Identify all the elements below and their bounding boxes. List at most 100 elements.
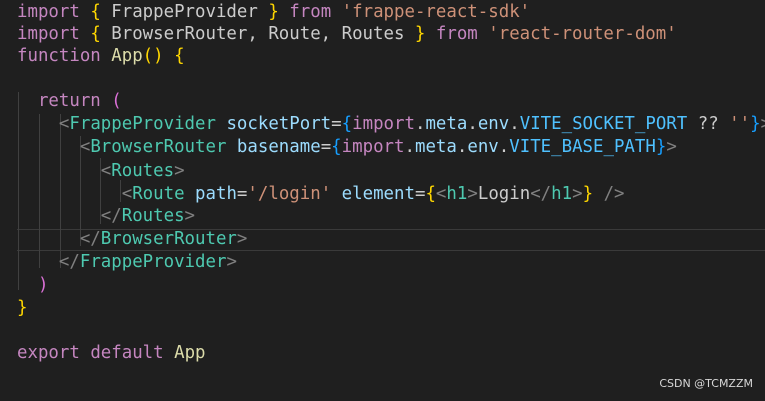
code-token: meta <box>425 114 468 134</box>
code-token: from <box>289 2 332 22</box>
code-token: { <box>174 46 185 66</box>
code-token: FrappeProvider <box>79 252 227 272</box>
code-line: </FrappeProvider> <box>17 251 237 273</box>
code-token: from <box>435 24 478 44</box>
code-token: ( <box>111 91 122 111</box>
code-token: = <box>414 184 426 204</box>
code-token: meta <box>414 137 457 157</box>
code-token: } <box>750 114 761 134</box>
code-token: { <box>90 2 101 22</box>
code-token: import <box>17 24 80 44</box>
code-token: . <box>456 137 468 157</box>
code-line: <Routes> <box>17 160 185 182</box>
code-token: > <box>572 184 583 204</box>
code-token: </ <box>100 206 122 226</box>
code-token: BrowserRouter, Route, Routes <box>100 24 415 44</box>
code-token: '/login' <box>247 184 332 204</box>
code-token: > <box>666 137 677 157</box>
code-token: h1 <box>551 184 573 204</box>
code-token: ) <box>37 275 49 295</box>
code-line: return ( <box>17 90 122 112</box>
code-line: </Routes> <box>17 205 195 227</box>
code-token: path <box>195 184 237 204</box>
code-token: import <box>17 2 80 22</box>
code-token: } <box>414 24 426 44</box>
code-token: { <box>425 184 436 204</box>
code-token: BrowserRouter <box>100 229 237 249</box>
code-line: import { FrappeProvider } from 'frappe-r… <box>17 1 530 23</box>
code-token: () <box>142 46 164 66</box>
code-line: import { BrowserRouter, Route, Routes } … <box>17 23 677 45</box>
code-token: </ <box>530 184 552 204</box>
code-line: } <box>17 297 27 319</box>
code-token: </ <box>58 252 80 272</box>
code-token: FrappeProvider <box>69 114 216 134</box>
code-line: ) <box>17 274 48 296</box>
code-token: return <box>37 91 101 111</box>
code-token: basename <box>236 137 321 157</box>
code-token: VITE_SOCKET_PORT <box>519 114 688 134</box>
code-token: > <box>236 229 248 249</box>
code-token: } <box>17 298 28 318</box>
code-token: Routes <box>121 206 185 226</box>
code-token: h1 <box>446 184 468 204</box>
code-line: function App() { <box>17 45 185 67</box>
code-token: Routes <box>111 161 175 181</box>
code-token: Login <box>477 184 531 204</box>
code-token: element <box>341 184 415 204</box>
code-token: '' <box>729 114 751 134</box>
code-token: { <box>341 114 353 134</box>
code-token: ?? <box>687 114 730 134</box>
code-line: export default App <box>17 342 206 364</box>
code-token: { <box>331 137 342 157</box>
code-token: env <box>477 114 510 134</box>
code-token: < <box>435 184 447 204</box>
code-token: } <box>582 184 594 204</box>
code-token: > <box>226 252 237 272</box>
code-token: function <box>17 46 101 66</box>
code-token: . <box>404 137 415 157</box>
watermark: CSDN @TCMZZM <box>659 377 753 390</box>
code-line: </BrowserRouter> <box>17 228 248 250</box>
code-token: import <box>352 114 415 134</box>
code-token: < <box>121 184 133 204</box>
code-token: export <box>17 343 80 363</box>
code-token: socketPort <box>226 114 332 134</box>
code-token: BrowserRouter <box>90 137 227 157</box>
code-token: VITE_BASE_PATH <box>509 137 656 157</box>
code-token: = <box>331 114 342 134</box>
code-token: = <box>236 184 248 204</box>
code-token: > <box>174 161 185 181</box>
code-token: > <box>184 206 196 226</box>
code-token: App <box>174 343 206 363</box>
code-token: /> <box>603 184 625 204</box>
code-token: < <box>100 161 112 181</box>
code-token: import <box>341 137 405 157</box>
code-token: > <box>467 184 478 204</box>
code-line: <Route path='/login' element={<h1>Login<… <box>17 183 625 205</box>
code-line: <BrowserRouter basename={import.meta.env… <box>17 136 677 158</box>
code-editor[interactable]: import { FrappeProvider } from 'frappe-r… <box>0 0 765 401</box>
